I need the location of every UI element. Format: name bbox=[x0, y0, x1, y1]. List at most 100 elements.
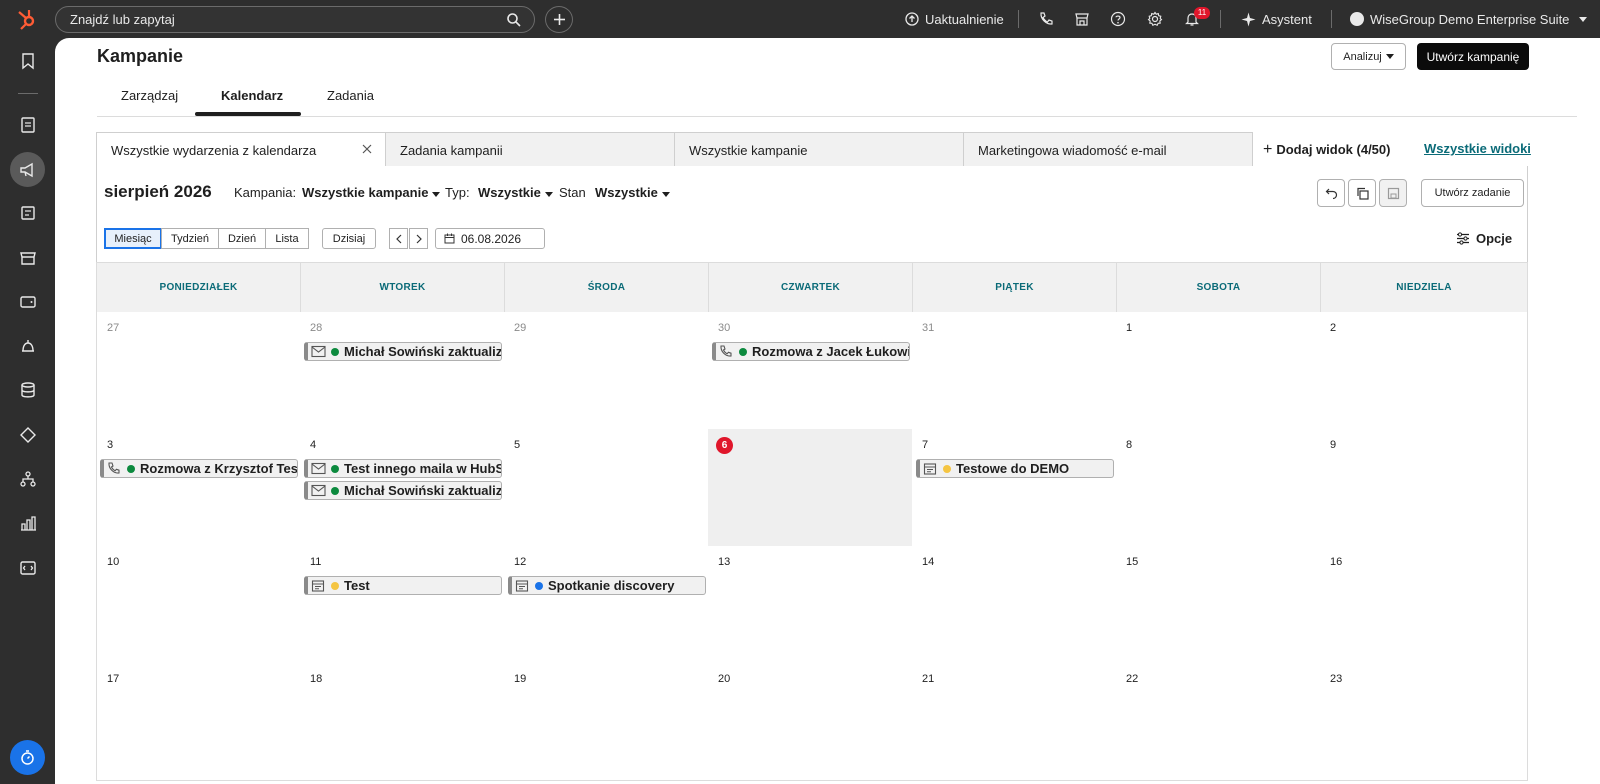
day-number: 13 bbox=[718, 556, 731, 568]
create-new-button[interactable] bbox=[545, 6, 573, 33]
calendar-event-task[interactable]: Testowe do DEMO bbox=[916, 459, 1114, 478]
calendar-day-cell[interactable]: 31 bbox=[912, 312, 1117, 430]
calendar-event-call[interactable]: Rozmowa z Krzysztof Testowy bbox=[100, 459, 298, 478]
calendar-day-cell[interactable]: 16 bbox=[1320, 546, 1528, 664]
calendar-event-call[interactable]: Rozmowa z Jacek Łukowiak bbox=[712, 342, 910, 361]
calendar-day-cell[interactable]: 5 bbox=[504, 429, 709, 547]
data-database-icon[interactable] bbox=[19, 381, 37, 399]
date-picker-input[interactable]: 06.08.2026 bbox=[435, 228, 545, 249]
view-mode-list[interactable]: Lista bbox=[265, 228, 309, 249]
type-filter-dropdown[interactable]: Wszystkie bbox=[478, 185, 553, 200]
all-views-link[interactable]: Wszystkie widoki bbox=[1424, 141, 1531, 156]
calendar-day-cell[interactable]: 11 bbox=[300, 546, 505, 664]
view-tab-all-events[interactable]: Wszystkie wydarzenia z kalendarza bbox=[96, 132, 386, 167]
today-button[interactable]: Dzisiaj bbox=[322, 228, 376, 249]
tab-manage[interactable]: Zarządzaj bbox=[121, 88, 178, 103]
timer-button[interactable] bbox=[10, 740, 45, 775]
sparkle-icon bbox=[1241, 12, 1256, 26]
date-picker-value: 06.08.2026 bbox=[461, 231, 522, 246]
calendar-day-cell[interactable]: 30 bbox=[708, 312, 913, 430]
previous-period-button[interactable] bbox=[389, 228, 408, 249]
calendar-day-cell[interactable]: 23 bbox=[1320, 663, 1528, 781]
calendar-day-cell[interactable]: 13 bbox=[708, 546, 913, 664]
marketplace-icon[interactable] bbox=[1074, 11, 1090, 27]
bookmark-icon[interactable] bbox=[19, 52, 37, 70]
calendar-day-cell[interactable]: 28 bbox=[300, 312, 505, 430]
view-tab-label: Zadania kampanii bbox=[400, 143, 503, 158]
view-tab-all-campaigns[interactable]: Wszystkie kampanie bbox=[674, 132, 964, 167]
calendar-day-cell[interactable]: 14 bbox=[912, 546, 1117, 664]
calendar-day-cell[interactable]: 1 bbox=[1116, 312, 1321, 430]
reports-icon[interactable] bbox=[19, 515, 37, 533]
help-icon[interactable] bbox=[1110, 11, 1126, 27]
analyze-dropdown-button[interactable]: Analizuj bbox=[1331, 43, 1406, 70]
wallet-icon[interactable] bbox=[19, 293, 37, 311]
campaign-filter-dropdown[interactable]: Wszystkie kampanie bbox=[302, 185, 441, 200]
tab-tasks[interactable]: Zadania bbox=[327, 88, 374, 103]
contacts-icon[interactable] bbox=[19, 116, 37, 134]
calendar-day-cell[interactable]: 29 bbox=[504, 312, 709, 430]
view-tab-marketing-email[interactable]: Marketingowa wiadomość e-mail bbox=[963, 132, 1253, 167]
calendar-day-cell[interactable]: 7 bbox=[912, 429, 1117, 547]
developer-icon[interactable] bbox=[19, 559, 37, 577]
calendar-day-cell[interactable]: 2 bbox=[1320, 312, 1528, 430]
create-task-button[interactable]: Utwórz zadanie bbox=[1421, 179, 1524, 207]
search-input[interactable]: Znajdź lub zapytaj bbox=[55, 6, 535, 33]
calendar-day-cell[interactable]: 19 bbox=[504, 663, 709, 781]
create-campaign-button[interactable]: Utwórz kampanię bbox=[1417, 43, 1529, 70]
copy-button[interactable] bbox=[1348, 179, 1376, 207]
upgrade-button[interactable]: Uaktualnienie bbox=[905, 0, 1004, 38]
content-icon[interactable] bbox=[19, 204, 37, 222]
calendar-day-cell[interactable]: 9 bbox=[1320, 429, 1528, 547]
options-button[interactable]: Opcje bbox=[1456, 231, 1512, 246]
workflows-icon[interactable] bbox=[19, 470, 37, 488]
calendar-day-cell-today[interactable]: 6 bbox=[708, 429, 913, 547]
assistant-button[interactable]: Asystent bbox=[1241, 0, 1312, 38]
phone-icon[interactable] bbox=[1038, 11, 1054, 27]
event-title: Rozmowa z Jacek Łukowiak bbox=[752, 344, 910, 359]
calendar-day-cell[interactable]: 8 bbox=[1116, 429, 1321, 547]
commerce-icon[interactable] bbox=[19, 249, 37, 267]
calendar-event-task[interactable]: Test bbox=[304, 576, 502, 595]
calendar-day-cell[interactable]: 15 bbox=[1116, 546, 1321, 664]
calendar-day-cell[interactable]: 3 bbox=[96, 429, 301, 547]
calendar-event-email[interactable]: Michał Sowiński zaktualizował bbox=[304, 342, 502, 361]
hubspot-logo-icon[interactable] bbox=[15, 7, 39, 31]
left-sidebar bbox=[0, 38, 55, 784]
status-dot-green bbox=[331, 348, 339, 356]
chevron-down-icon bbox=[1579, 16, 1588, 22]
calendar-day-cell[interactable]: 18 bbox=[300, 663, 505, 781]
tab-calendar[interactable]: Kalendarz bbox=[221, 88, 283, 103]
calendar-event-task[interactable]: Spotkanie discovery bbox=[508, 576, 706, 595]
calendar-day-cell[interactable]: 12 bbox=[504, 546, 709, 664]
calendar-day-cell[interactable]: 20 bbox=[708, 663, 913, 781]
undo-button[interactable] bbox=[1317, 179, 1345, 207]
calendar-day-cell[interactable]: 22 bbox=[1116, 663, 1321, 781]
calendar-day-cell[interactable]: 17 bbox=[96, 663, 301, 781]
settings-gear-icon[interactable] bbox=[1147, 11, 1163, 27]
add-view-button[interactable]: + Dodaj widok (4/50) bbox=[1263, 141, 1390, 159]
calendar-day-cell[interactable]: 21 bbox=[912, 663, 1117, 781]
next-period-button[interactable] bbox=[409, 228, 428, 249]
calendar-day-cell[interactable]: 27 bbox=[96, 312, 301, 430]
calendar-event-email[interactable]: Michał Sowiński zaktualizował bbox=[304, 481, 502, 500]
view-mode-month[interactable]: Miesiąc bbox=[104, 228, 162, 249]
account-menu[interactable]: WiseGroup Demo Enterprise Suite bbox=[1370, 0, 1588, 38]
close-icon[interactable] bbox=[361, 143, 373, 155]
calendar-day-cell[interactable]: 10 bbox=[96, 546, 301, 664]
day-number: 14 bbox=[922, 556, 935, 568]
calendar-event-email[interactable]: Test innego maila w HubSpot bbox=[304, 459, 502, 478]
sidebar-item-marketing-active[interactable] bbox=[10, 152, 45, 187]
main-tabs: Zarządzaj Kalendarz Zadania bbox=[97, 78, 1577, 117]
day-number: 3 bbox=[107, 439, 114, 451]
view-tab-campaign-tasks[interactable]: Zadania kampanii bbox=[385, 132, 675, 167]
status-dot-green bbox=[739, 348, 747, 356]
save-button[interactable] bbox=[1379, 179, 1407, 207]
automation-icon[interactable] bbox=[19, 426, 37, 444]
view-mode-week[interactable]: Tydzień bbox=[161, 228, 219, 249]
status-filter-dropdown[interactable]: Wszystkie bbox=[595, 185, 670, 200]
account-avatar[interactable] bbox=[1350, 12, 1364, 26]
day-number: 4 bbox=[310, 439, 317, 451]
view-mode-day[interactable]: Dzień bbox=[218, 228, 266, 249]
service-icon[interactable] bbox=[19, 337, 37, 355]
